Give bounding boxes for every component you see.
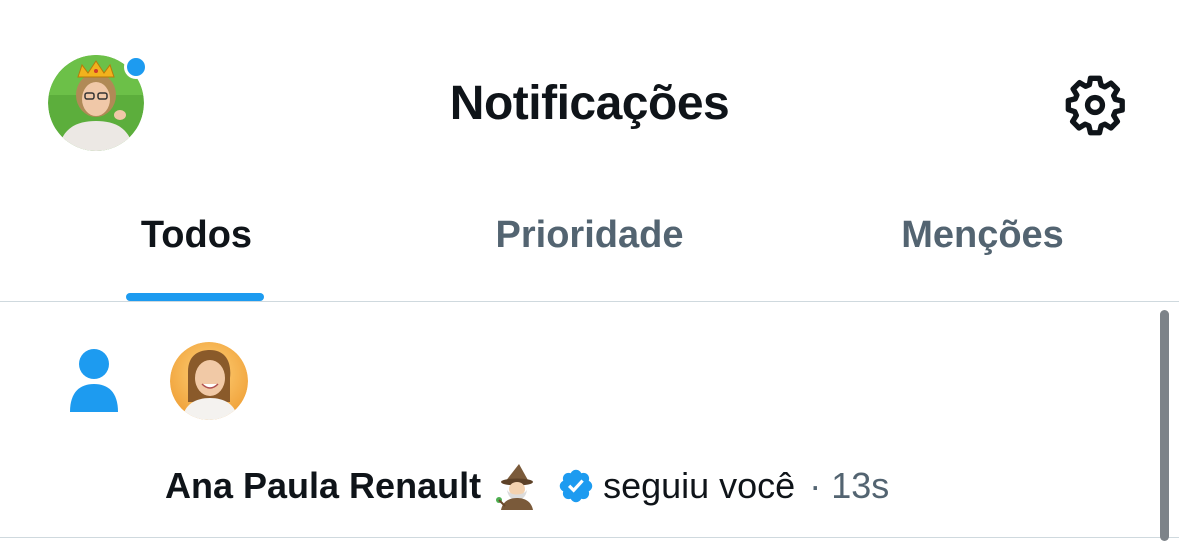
divider [0,537,1179,538]
tab-label: Prioridade [495,214,684,256]
notification-tabs: Todos Prioridade Menções [0,190,1179,302]
user-avatar[interactable] [170,342,248,420]
notification-item[interactable]: Ana Paula Renault seguiu você · 13s [0,302,1156,538]
notification-text: Ana Paula Renault seguiu você · 13s [165,460,889,512]
settings-button[interactable] [1058,68,1132,142]
notification-action: seguiu você [603,465,796,506]
tab-label: Menções [901,214,1064,256]
tab-todos[interactable]: Todos [0,190,393,301]
gear-icon [1065,75,1125,136]
active-tab-indicator [126,293,264,301]
tab-label: Todos [140,214,253,256]
tab-prioridade[interactable]: Prioridade [393,190,786,301]
tab-mencoes[interactable]: Menções [786,190,1179,301]
timestamp: 13s [831,465,890,506]
page-title: Notificações [449,77,730,130]
header-bar: Notificações [0,0,1179,190]
user-name[interactable]: Ana Paula Renault [165,464,481,508]
verified-badge-icon [559,469,593,503]
wizard-emoji-icon [496,464,534,510]
person-icon [70,349,118,412]
scrollbar[interactable] [1160,310,1169,541]
separator: · [809,465,822,506]
